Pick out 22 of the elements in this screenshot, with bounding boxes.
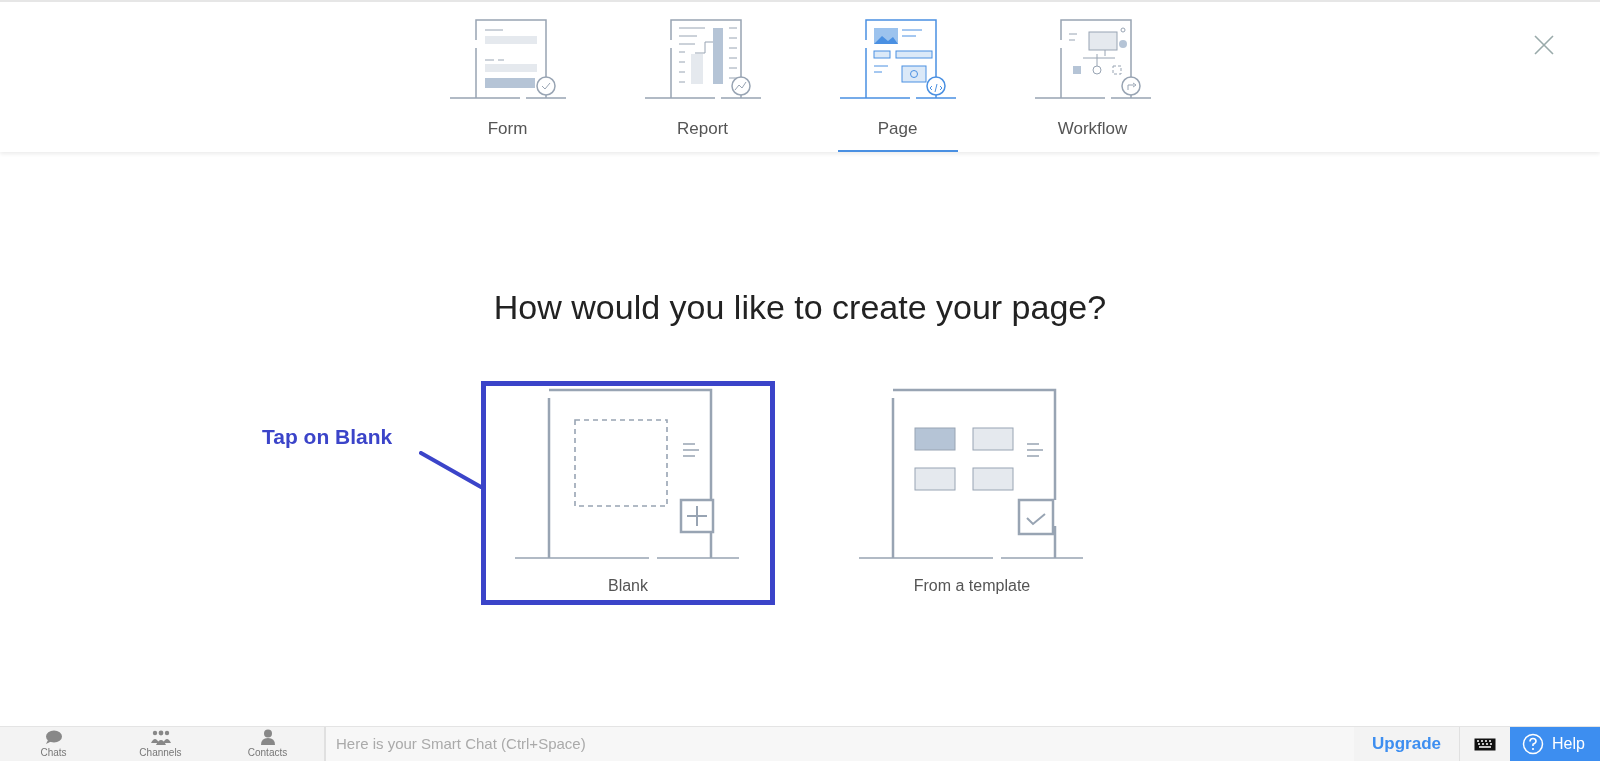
question-icon: [1522, 733, 1544, 755]
bottom-nav-button[interactable]: Channels: [107, 727, 214, 761]
tab[interactable]: Form: [447, 2, 568, 152]
smart-chat-field[interactable]: Here is your Smart Chat (Ctrl+Space): [324, 727, 1355, 761]
option-card[interactable]: Blank: [481, 381, 775, 605]
tab-illustration-icon: [839, 18, 956, 100]
heading: How would you like to create your page?: [493, 287, 1107, 328]
tab-illustration-icon: [644, 18, 761, 100]
bottom-nav-button[interactable]: Chats: [0, 727, 107, 761]
leader-line: [419, 451, 483, 489]
tab[interactable]: Workflow: [1032, 2, 1153, 152]
tab[interactable]: Report: [642, 2, 763, 152]
template-page-illustration-icon: [859, 388, 1085, 560]
tab-illustration-icon: [449, 18, 566, 100]
group-icon: [150, 730, 171, 745]
person-icon: [259, 729, 276, 745]
annotation-label: Tap on Blank: [262, 424, 393, 450]
bottom-nav-button[interactable]: Contacts: [214, 727, 321, 761]
chat-bubble-icon: [44, 730, 63, 745]
tab[interactable]: Page: [837, 2, 958, 152]
tab-illustration-icon: [1034, 18, 1151, 100]
blank-page-illustration-icon: [515, 388, 741, 560]
